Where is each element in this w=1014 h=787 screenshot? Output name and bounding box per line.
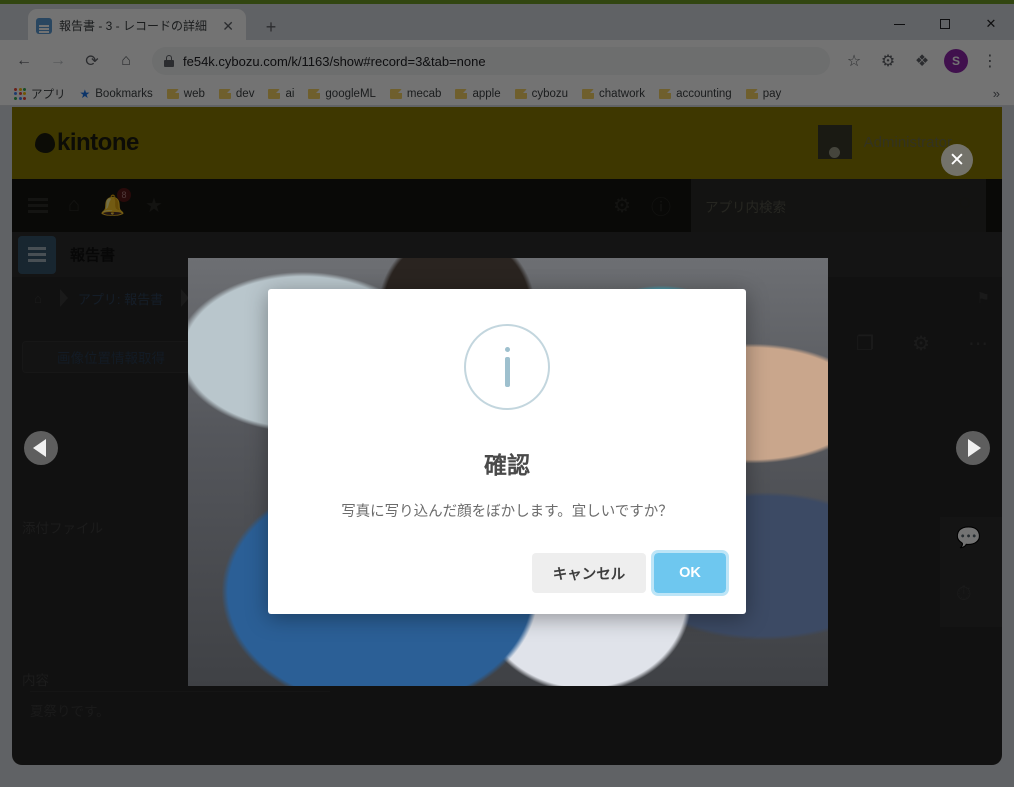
info-icon bbox=[464, 324, 550, 410]
lightbox-close-button[interactable]: ✕ bbox=[941, 144, 973, 176]
confirmation-dialog: 確認 写真に写り込んだ顔をぼかします。宜しいですか？ キャンセル OK bbox=[268, 289, 746, 614]
lightbox-prev-button[interactable] bbox=[24, 431, 58, 465]
dialog-message: 写真に写り込んだ顔をぼかします。宜しいですか？ bbox=[341, 504, 673, 520]
lightbox-next-button[interactable] bbox=[956, 431, 990, 465]
chevron-left-icon bbox=[33, 439, 46, 457]
dialog-title: 確認 bbox=[484, 452, 530, 478]
cancel-button[interactable]: キャンセル bbox=[532, 553, 646, 593]
browser-window: 報告書 - 3 - レコードの詳細 ✕ + ✕ ← → ⟳ ⌂ fe54k.cy… bbox=[0, 0, 1014, 787]
dialog-actions: キャンセル OK bbox=[532, 550, 729, 596]
ok-button[interactable]: OK bbox=[651, 550, 729, 596]
chevron-right-icon bbox=[968, 439, 981, 457]
